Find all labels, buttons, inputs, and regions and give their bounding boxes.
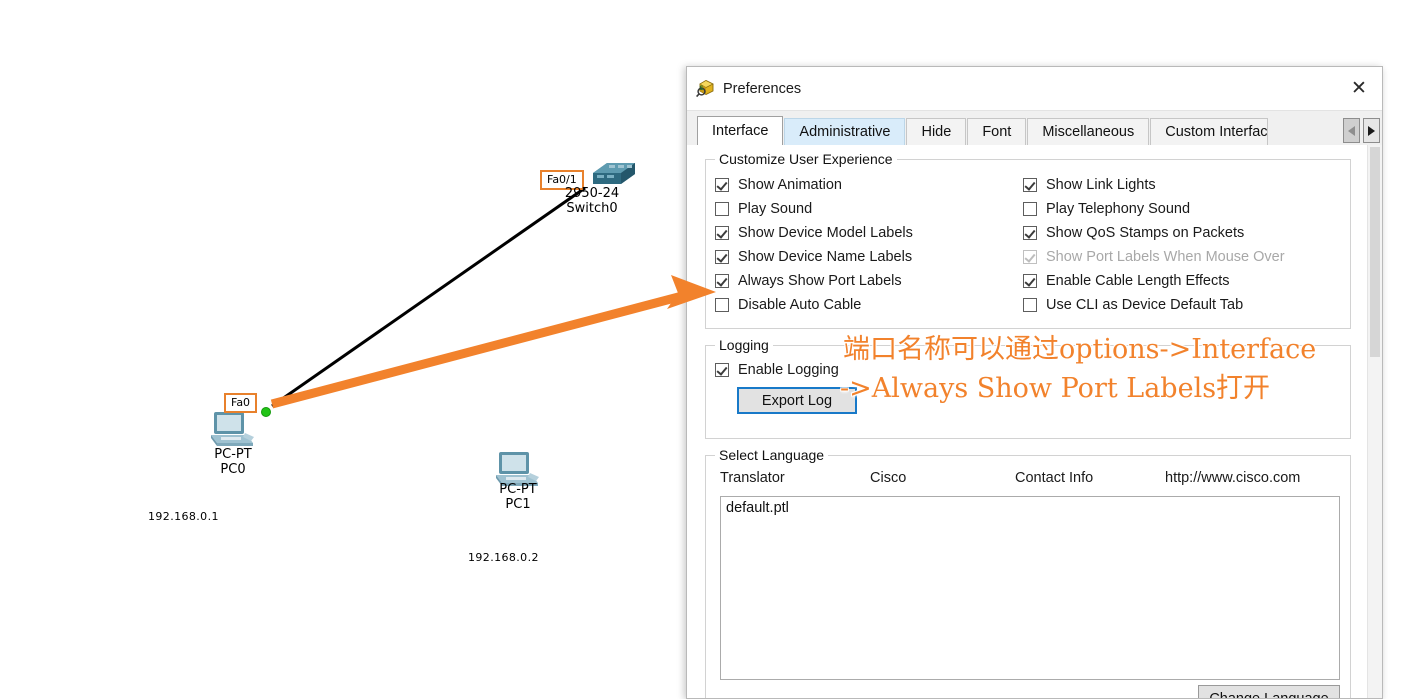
checkbox-box[interactable] (715, 363, 729, 377)
tab-scroll-right-button[interactable] (1363, 118, 1380, 143)
dialog-titlebar[interactable]: S Preferences ✕ (687, 67, 1382, 111)
customize-left-column: Show Animation Play Sound Show Device Mo… (715, 173, 1015, 317)
checkbox-box[interactable] (1023, 226, 1037, 240)
checkbox-show-device-name-labels[interactable]: Show Device Name Labels (715, 245, 1015, 269)
checkbox-label: Show QoS Stamps on Packets (1046, 225, 1245, 241)
checkbox-show-qos-stamps-on-packets[interactable]: Show QoS Stamps on Packets (1023, 221, 1343, 245)
network-topology-workspace[interactable]: Fa0/1 Fa0 2950-24 Switch0 PC-PT PC0 PC-P… (0, 0, 690, 697)
svg-text:S: S (699, 85, 703, 92)
col-cisco-url: http://www.cisco.com (1165, 470, 1301, 486)
checkbox-play-telephony-sound[interactable]: Play Telephony Sound (1023, 197, 1343, 221)
pc0-ip-label: 192.168.0.1 (148, 510, 219, 523)
checkbox-box[interactable] (715, 178, 729, 192)
checkbox-disable-auto-cable[interactable]: Disable Auto Cable (715, 293, 1015, 317)
checkbox-label: Enable Cable Length Effects (1046, 273, 1230, 289)
select-language-group: Select Language Translator Cisco Contact… (705, 447, 1351, 698)
customize-group-title: Customize User Experience (715, 151, 897, 167)
checkbox-show-link-lights[interactable]: Show Link Lights (1023, 173, 1343, 197)
logging-group: Logging Enable Logging Export Log (705, 337, 1351, 439)
cable-pc0-switch0 (271, 186, 586, 408)
checkbox-label: Show Port Labels When Mouse Over (1046, 249, 1285, 265)
chevron-left-icon (1348, 125, 1355, 136)
checkbox-box[interactable] (715, 202, 729, 216)
pc1-model-label: PC-PT (499, 482, 537, 497)
checkbox-box[interactable] (715, 250, 729, 264)
change-language-button[interactable]: Change Language (1198, 685, 1340, 698)
chevron-right-icon (1368, 125, 1375, 136)
checkbox-box[interactable] (1023, 178, 1037, 192)
checkbox-label: Use CLI as Device Default Tab (1046, 297, 1244, 313)
checkbox-box[interactable] (1023, 202, 1037, 216)
tab-custom-interface[interactable]: Custom Interface (1150, 118, 1269, 145)
export-log-button[interactable]: Export Log (737, 387, 857, 414)
checkbox-label: Enable Logging (738, 362, 839, 378)
tab-strip[interactable]: Interface Administrative Hide Font Misce… (687, 116, 1382, 146)
checkbox-label: Play Telephony Sound (1046, 201, 1191, 217)
checkbox-label: Disable Auto Cable (738, 297, 862, 313)
checkbox-label: Show Animation (738, 177, 842, 193)
checkbox-show-port-labels-when-mouse-over: Show Port Labels When Mouse Over (1023, 245, 1343, 269)
logging-group-title: Logging (715, 337, 773, 353)
checkbox-label: Always Show Port Labels (738, 273, 902, 289)
tab-scroll-left-button[interactable] (1343, 118, 1360, 143)
checkbox-box[interactable] (715, 226, 729, 240)
checkbox-show-animation[interactable]: Show Animation (715, 173, 1015, 197)
scrollbar-thumb[interactable] (1370, 147, 1380, 357)
checkbox-play-sound[interactable]: Play Sound (715, 197, 1015, 221)
port-label-pc0[interactable]: Fa0 (224, 393, 258, 413)
tab-administrative[interactable]: Administrative (784, 118, 906, 145)
checkbox-box (1023, 250, 1037, 264)
link-light-pc0 (261, 407, 271, 417)
customize-user-experience-group: Customize User Experience Show Animation… (705, 151, 1351, 329)
checkbox-label: Show Device Name Labels (738, 249, 913, 265)
customize-right-column: Show Link Lights Play Telephony Sound Sh… (1023, 173, 1343, 317)
checkbox-enable-cable-length-effects[interactable]: Enable Cable Length Effects (1023, 269, 1343, 293)
pc1-ip-label: 192.168.0.2 (468, 551, 539, 564)
close-icon[interactable]: ✕ (1336, 67, 1382, 110)
checkbox-box[interactable] (1023, 298, 1037, 312)
language-list[interactable]: default.ptl (720, 496, 1340, 680)
preferences-dialog[interactable]: S Preferences ✕ Interface Administrative… (686, 66, 1383, 699)
packet-tracer-icon: S (696, 79, 715, 98)
pc0-model-label: PC-PT (214, 447, 252, 462)
checkbox-label: Play Sound (738, 201, 813, 217)
checkbox-label: Show Link Lights (1046, 177, 1156, 193)
dialog-title: Preferences (723, 80, 802, 97)
checkbox-box[interactable] (715, 298, 729, 312)
switch0-model-label: 2950-24 (564, 186, 620, 201)
panel-scrollbar[interactable] (1367, 145, 1382, 698)
tab-font[interactable]: Font (967, 118, 1027, 145)
checkbox-box[interactable] (1023, 274, 1037, 288)
interface-tab-panel: Customize User Experience Show Animation… (687, 145, 1382, 698)
tab-interface[interactable]: Interface (697, 116, 784, 145)
list-item[interactable]: default.ptl (721, 497, 1339, 516)
checkbox-always-show-port-labels[interactable]: Always Show Port Labels (715, 269, 1015, 293)
col-translator: Translator (720, 470, 785, 486)
checkbox-enable-logging[interactable]: Enable Logging (715, 358, 839, 382)
checkbox-show-device-model-labels[interactable]: Show Device Model Labels (715, 221, 1015, 245)
col-contact-info: Contact Info (1015, 470, 1094, 486)
switch0-name-label: Switch0 (566, 201, 618, 216)
topology-canvas (261, 186, 586, 417)
select-language-group-title: Select Language (715, 447, 829, 463)
tab-scroll-controls[interactable] (1343, 118, 1380, 143)
col-cisco: Cisco (870, 470, 907, 486)
panel-content: Customize User Experience Show Animation… (687, 145, 1368, 698)
language-table-header: Translator Cisco Contact Info http://www… (720, 470, 1340, 486)
pc1-name-label: PC1 (505, 497, 531, 512)
checkbox-use-cli-as-device-default-tab[interactable]: Use CLI as Device Default Tab (1023, 293, 1343, 317)
tab-hide[interactable]: Hide (906, 118, 967, 145)
pc0-icon[interactable] (209, 411, 257, 451)
checkbox-box[interactable] (715, 274, 729, 288)
tab-miscellaneous[interactable]: Miscellaneous (1027, 118, 1150, 145)
checkbox-label: Show Device Model Labels (738, 225, 913, 241)
pc0-name-label: PC0 (220, 462, 246, 477)
